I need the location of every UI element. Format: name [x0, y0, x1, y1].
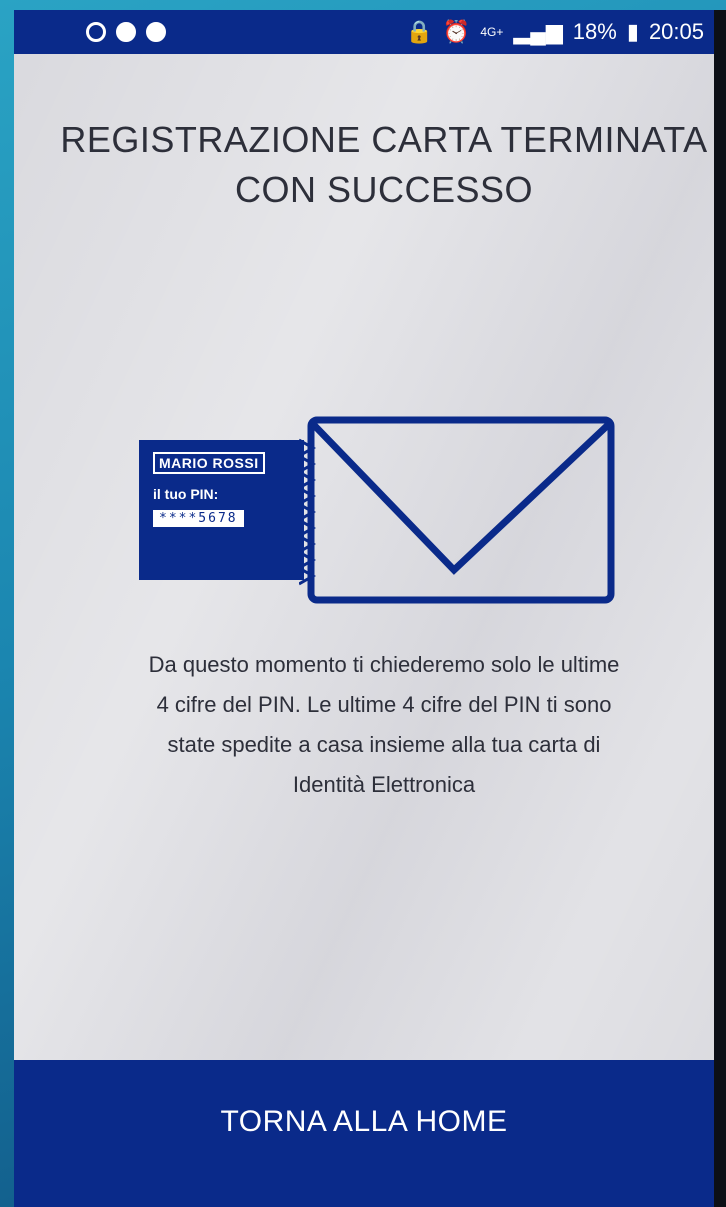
chat-icon	[116, 22, 136, 42]
page-title-line-1: REGISTRAZIONE CARTA TERMINATA	[60, 119, 708, 160]
status-bar: 🔒 ⏰ 4G+ ▂▄▆ 18% ▮ 20:05	[14, 10, 714, 54]
info-message: Da questo momento ti chiederemo solo le …	[54, 645, 714, 805]
app-screen: 🔒 ⏰ 4G+ ▂▄▆ 18% ▮ 20:05 REGISTRAZIONE CA…	[14, 10, 714, 1207]
chat-icon	[146, 22, 166, 42]
network-type: 4G+	[480, 25, 504, 39]
battery-level: 18%	[572, 19, 617, 44]
page-title-line-2: CON SUCCESSO	[234, 169, 534, 210]
status-right-icons: 🔒 ⏰ 4G+ ▂▄▆ 18% ▮ 20:05	[406, 19, 704, 45]
blocked-icon	[86, 22, 106, 42]
pin-value: ****5678	[153, 510, 244, 527]
card-holder-name: MARIO ROSSI	[153, 452, 265, 474]
envelope-icon	[299, 416, 615, 604]
signal-icon: ▂▄▆	[513, 19, 563, 44]
info-message-line-2: 4 cifre del PIN. Le ultime 4 cifre del P…	[156, 692, 612, 717]
status-left-icons	[86, 22, 166, 42]
info-message-line-3: state spedite a casa insieme alla tua ca…	[167, 732, 601, 757]
page-title: REGISTRAZIONE CARTA TERMINATA CON SUCCES…	[54, 115, 714, 215]
phone-frame: 🔒 ⏰ 4G+ ▂▄▆ 18% ▮ 20:05 REGISTRAZIONE CA…	[14, 10, 726, 1207]
id-card: MARIO ROSSI il tuo PIN: ****5678	[139, 440, 304, 580]
info-message-line-1: Da questo momento ti chiederemo solo le …	[148, 652, 620, 677]
lock-icon: 🔒	[405, 19, 433, 44]
alarm-icon: ⏰	[442, 19, 471, 44]
pin-label: il tuo PIN:	[153, 486, 219, 502]
battery-icon: ▮	[626, 19, 639, 44]
back-to-home-button[interactable]: TORNA ALLA HOME	[14, 1060, 714, 1207]
clock: 20:05	[648, 19, 704, 44]
info-message-line-4: Identità Elettronica	[292, 772, 476, 797]
pin-envelope-illustration: MARIO ROSSI il tuo PIN: ****5678	[139, 410, 619, 610]
